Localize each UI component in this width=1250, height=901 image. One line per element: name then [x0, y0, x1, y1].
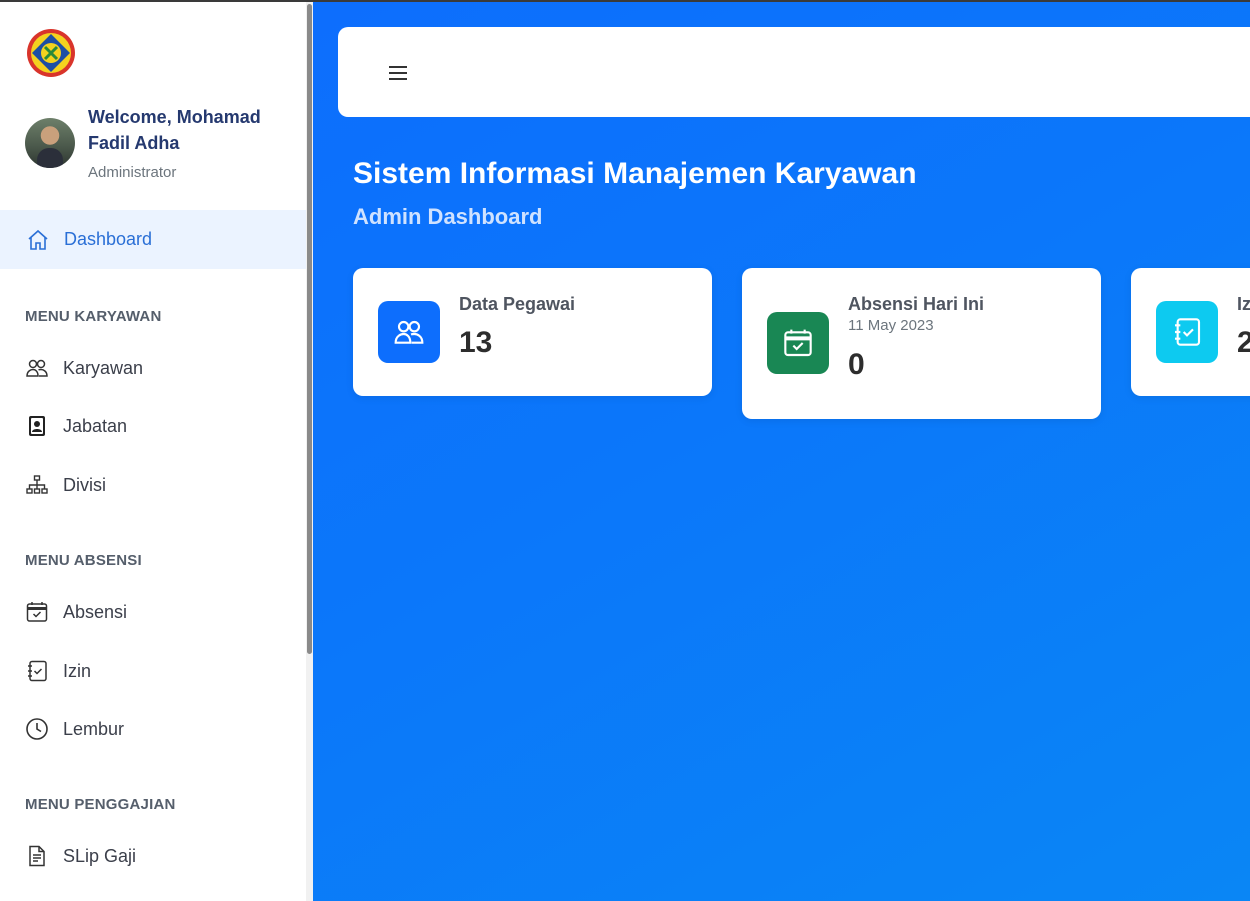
hamburger-menu-icon[interactable] — [389, 65, 409, 81]
sidebar-item-jabatan[interactable]: Jabatan — [0, 401, 306, 451]
person-badge-icon — [29, 416, 45, 436]
sidebar-item-izin[interactable]: Izin — [0, 646, 306, 696]
sidebar-item-label: Dashboard — [64, 229, 153, 249]
sidebar-item-divisi[interactable]: Divisi — [0, 460, 306, 510]
stat-card-izin[interactable]: Iz 2 — [1131, 268, 1250, 396]
sidebar-item-label: Divisi — [63, 474, 106, 495]
user-role: Administrator — [88, 164, 177, 181]
clock-icon — [26, 718, 48, 740]
sidebar-item-label: Lembur — [63, 718, 125, 739]
page-title: Sistem Informasi Manajemen Karyawan — [353, 157, 917, 190]
sidebar-item-label: Izin — [63, 660, 92, 681]
journal-check-icon — [1156, 301, 1218, 363]
people-icon — [378, 301, 440, 363]
sidebar-item-label: Jabatan — [63, 415, 128, 436]
calendar-check-icon — [26, 602, 48, 622]
sidebar-item-absensi[interactable]: Absensi — [0, 587, 306, 637]
card-title: Absensi Hari Ini — [848, 294, 985, 314]
sidebar-item-slip-gaji[interactable]: SLip Gaji — [0, 831, 306, 881]
sidebar: Welcome, Mohamad Fadil Adha Administrato… — [0, 0, 306, 901]
card-value: 13 — [459, 326, 493, 359]
card-title: Data Pegawai — [459, 294, 576, 314]
card-title: Iz — [1237, 294, 1250, 314]
avatar[interactable] — [25, 118, 75, 168]
sidebar-scrollbar-thumb[interactable] — [307, 4, 312, 654]
page-subtitle: Admin Dashboard — [353, 204, 543, 229]
file-text-icon — [29, 845, 45, 867]
diagram-icon — [26, 475, 48, 494]
sidebar-item-label: Karyawan — [63, 357, 144, 378]
logo-icon — [27, 29, 75, 77]
calendar-check-icon — [767, 312, 829, 374]
sidebar-item-label: SLip Gaji — [63, 845, 137, 866]
menu-section-absensi: MENU ABSENSI — [25, 552, 142, 569]
window-top-border — [0, 0, 1250, 2]
sidebar-item-karyawan[interactable]: Karyawan — [0, 343, 306, 393]
card-value: 2 — [1237, 326, 1250, 359]
journal-check-icon — [28, 660, 47, 682]
sidebar-item-label: Absensi — [63, 601, 128, 622]
sidebar-item-dashboard[interactable]: Dashboard — [0, 210, 306, 269]
house-icon — [28, 229, 48, 250]
card-date: 11 May 2023 — [848, 317, 934, 334]
menu-section-karyawan: MENU KARYAWAN — [25, 308, 162, 325]
stat-card-absensi-hari-ini[interactable]: Absensi Hari Ini 11 May 2023 0 — [742, 268, 1101, 419]
main-content: Sistem Informasi Manajemen Karyawan Admi… — [313, 2, 1250, 901]
welcome-text: Welcome, Mohamad Fadil Adha — [88, 107, 261, 153]
people-icon — [26, 359, 48, 377]
top-navbar — [338, 27, 1250, 117]
card-value: 0 — [848, 348, 865, 381]
menu-section-penggajian: MENU PENGGAJIAN — [25, 796, 176, 813]
sidebar-item-lembur[interactable]: Lembur — [0, 704, 306, 754]
stat-card-data-pegawai[interactable]: Data Pegawai 13 — [353, 268, 712, 396]
